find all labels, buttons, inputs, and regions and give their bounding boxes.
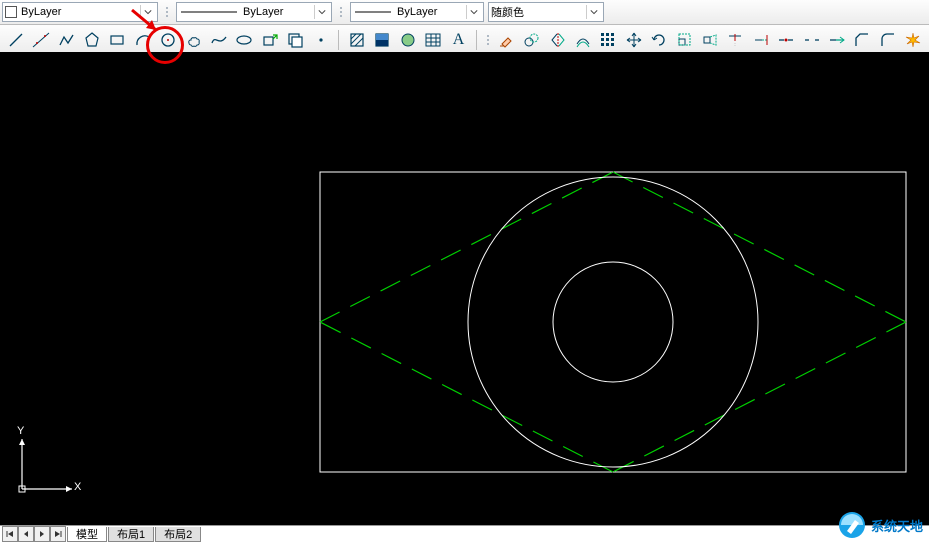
chevron-down-icon <box>466 5 481 19</box>
ucs-x-label: X <box>74 481 81 493</box>
layer-color-combo[interactable]: ByLayer <box>2 2 158 22</box>
line-tool[interactable] <box>4 28 27 52</box>
make-block-tool[interactable] <box>283 28 306 52</box>
insert-block-tool[interactable] <box>258 28 281 52</box>
separator <box>338 30 339 50</box>
linetype-combo[interactable]: ByLayer <box>176 2 332 22</box>
tab-nav-buttons <box>2 526 66 542</box>
drawing-rectangle <box>320 172 906 472</box>
table-tool[interactable] <box>421 28 444 52</box>
watermark-logo-icon <box>837 510 867 540</box>
separator <box>476 30 477 50</box>
explode-tool[interactable] <box>902 28 925 52</box>
drawing-inner-circle <box>553 262 673 382</box>
chevron-down-icon <box>140 5 155 19</box>
region-tool[interactable] <box>396 28 419 52</box>
tab-prev-button[interactable] <box>18 526 34 542</box>
scale-tool[interactable] <box>673 28 696 52</box>
watermark: 系统天地 <box>837 510 923 540</box>
tab-last-button[interactable] <box>50 526 66 542</box>
copy-tool[interactable] <box>521 28 544 52</box>
drawing-canvas <box>0 52 929 526</box>
rectangle-tool[interactable] <box>106 28 129 52</box>
fillet-tool[interactable] <box>876 28 899 52</box>
join-tool[interactable] <box>825 28 848 52</box>
chevron-down-icon <box>586 5 601 19</box>
break-tool[interactable] <box>800 28 823 52</box>
lineweight-combo[interactable]: ByLayer <box>350 2 484 22</box>
arc-tool[interactable] <box>131 28 154 52</box>
watermark-text: 系统天地 <box>871 516 923 535</box>
text-tool[interactable]: A <box>447 28 470 52</box>
move-tool[interactable] <box>622 28 645 52</box>
spline-tool[interactable] <box>207 28 230 52</box>
extend-tool[interactable] <box>749 28 772 52</box>
ucs-y-label: Y <box>17 425 24 437</box>
toolbar-grip-icon <box>340 1 346 23</box>
toolbar-grip-icon <box>487 29 493 51</box>
lineweight-label: ByLayer <box>397 6 437 18</box>
ellipse-tool[interactable] <box>233 28 256 52</box>
array-tool[interactable] <box>597 28 620 52</box>
layer-color-label: ByLayer <box>21 6 61 18</box>
linetype-label: ByLayer <box>243 6 283 18</box>
offset-tool[interactable] <box>571 28 594 52</box>
plotstyle-combo[interactable]: 随颜色 <box>488 2 604 22</box>
tab-next-button[interactable] <box>34 526 50 542</box>
toolbar-grip-icon <box>166 1 172 23</box>
polygon-tool[interactable] <box>80 28 103 52</box>
hatch-tool[interactable] <box>345 28 368 52</box>
tab-layout2[interactable]: 布局2 <box>155 527 201 542</box>
chamfer-tool[interactable] <box>851 28 874 52</box>
linetype-sample-icon <box>179 7 239 17</box>
rotate-tool[interactable] <box>648 28 671 52</box>
polyline-tool[interactable] <box>55 28 78 52</box>
text-icon: A <box>453 31 465 49</box>
chevron-down-icon <box>314 5 329 19</box>
construction-line-tool[interactable] <box>29 28 52 52</box>
tab-layout1[interactable]: 布局1 <box>108 527 154 542</box>
circle-tool[interactable] <box>156 28 179 52</box>
drawing-diamond <box>320 172 906 472</box>
plotstyle-label: 随颜色 <box>491 4 524 20</box>
drawing-outer-circle <box>468 177 758 467</box>
ucs-indicator: X Y <box>12 429 82 502</box>
gradient-tool[interactable] <box>371 28 394 52</box>
mirror-tool[interactable] <box>546 28 569 52</box>
lineweight-sample-icon <box>353 7 393 17</box>
revision-cloud-tool[interactable] <box>182 28 205 52</box>
tab-first-button[interactable] <box>2 526 18 542</box>
trim-tool[interactable] <box>724 28 747 52</box>
model-viewport[interactable]: X Y <box>0 52 929 526</box>
properties-bar: ByLayer ByLayer ByLayer 随颜色 <box>0 0 929 25</box>
point-tool[interactable] <box>309 28 332 52</box>
tab-model[interactable]: 模型 <box>67 527 107 542</box>
bylayer-swatch-icon <box>5 6 17 18</box>
layout-tab-bar: 模型 布局1 布局2 <box>0 525 929 542</box>
stretch-tool[interactable] <box>698 28 721 52</box>
erase-tool[interactable] <box>495 28 518 52</box>
break-at-point-tool[interactable] <box>775 28 798 52</box>
